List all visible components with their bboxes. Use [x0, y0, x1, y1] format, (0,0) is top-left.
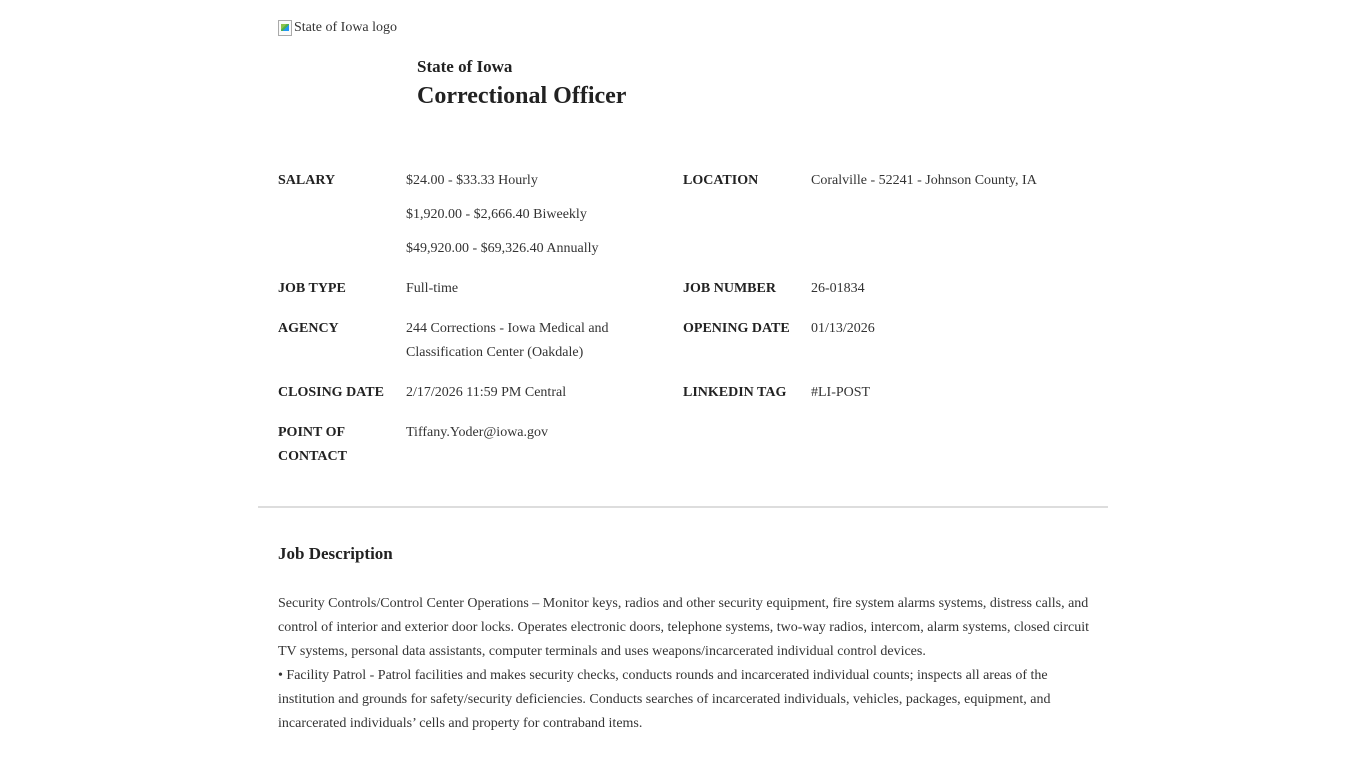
- job-description-paragraph: • Facility Patrol - Patrol facilities an…: [278, 668, 1051, 731]
- opening-date-label: OPENING DATE: [683, 321, 790, 336]
- logo-alt-text: State of Iowa logo: [294, 20, 398, 35]
- job-type-value: Full-time: [406, 281, 459, 296]
- location-value: Coralville - 52241 - Johnson County, IA: [811, 173, 1037, 188]
- closing-date-label: CLOSING DATE: [278, 385, 384, 400]
- location-label: LOCATION: [683, 173, 759, 188]
- point-of-contact-label-line1: POINT OF: [278, 425, 346, 440]
- point-of-contact-email: Tiffany.Yoder@iowa.gov: [406, 425, 549, 440]
- section-divider: [258, 506, 1108, 508]
- salary-hourly: $24.00 - $33.33 Hourly: [406, 173, 538, 188]
- job-posting-page: State of Iowa logo State of Iowa Correct…: [0, 0, 1366, 768]
- linkedin-tag-value: #LI-POST: [811, 385, 871, 400]
- job-description-paragraph: Security Controls/Control Center Operati…: [278, 596, 1089, 659]
- job-description-body: Security Controls/Control Center Operati…: [278, 592, 1098, 736]
- closing-date-value: 2/17/2026 11:59 PM Central: [406, 385, 567, 400]
- broken-image-icon: [278, 20, 292, 36]
- job-number-label: JOB NUMBER: [683, 281, 776, 296]
- salary-label: SALARY: [278, 173, 336, 188]
- opening-date-value: 01/13/2026: [811, 321, 875, 336]
- salary-annually: $49,920.00 - $69,326.40 Annually: [406, 241, 599, 256]
- agency-value-line2: Classification Center (Oakdale): [406, 345, 584, 360]
- state-of-iowa-logo: State of Iowa logo: [278, 19, 397, 37]
- job-description-heading: Job Description: [278, 544, 393, 563]
- point-of-contact-label-line2: CONTACT: [278, 449, 347, 464]
- job-number-value: 26-01834: [811, 281, 865, 296]
- agency-label: AGENCY: [278, 321, 339, 336]
- job-type-label: JOB TYPE: [278, 281, 346, 296]
- job-title: Correctional Officer: [417, 83, 627, 109]
- employer-name: State of Iowa: [417, 57, 513, 76]
- linkedin-tag-label: LINKEDIN TAG: [683, 385, 787, 400]
- agency-value-line1: 244 Corrections - Iowa Medical and: [406, 321, 609, 336]
- salary-biweekly: $1,920.00 - $2,666.40 Biweekly: [406, 207, 587, 222]
